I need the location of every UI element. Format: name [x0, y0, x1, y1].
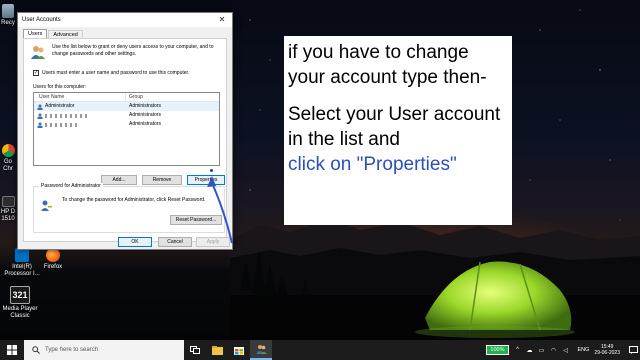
note-spacer	[288, 90, 512, 102]
recycle-bin-icon[interactable]: Recy	[0, 4, 16, 27]
cloud-icon[interactable]: ☁	[525, 340, 535, 360]
note-line-1: if you have to change	[288, 42, 469, 63]
desktop-icon-label: Firefox	[43, 264, 63, 270]
list-item[interactable]: Administrator Administrators	[34, 102, 219, 111]
remove-user-button[interactable]: Remove	[142, 175, 182, 185]
add-user-button[interactable]: Add...	[101, 175, 137, 185]
close-button[interactable]: ✕	[212, 13, 232, 27]
language-indicator[interactable]: ENG	[578, 347, 590, 353]
user-key-icon	[41, 200, 52, 211]
users-icon	[255, 345, 267, 354]
cursor-dot	[210, 169, 213, 172]
taskbar-store[interactable]	[228, 340, 250, 360]
start-button[interactable]	[0, 340, 24, 360]
desktop-icon-label: Media Player Classic	[2, 306, 38, 319]
users-tab-panel: Use the list below to grant or deny user…	[23, 38, 227, 242]
desktop-icon-label: Go Chr	[3, 159, 13, 172]
desktop-icon-label: Recy	[1, 20, 15, 26]
user-icon	[37, 113, 43, 119]
users-icon	[31, 46, 45, 59]
intel-processor-icon[interactable]: Intel(R) Processor I...	[2, 248, 42, 278]
chrome-icon[interactable]: Go Chr	[0, 144, 16, 173]
users-list-header: User Name Group	[34, 93, 219, 102]
intro-section: Use the list below to grant or deny user…	[30, 44, 226, 60]
column-header-group[interactable]: Group	[126, 93, 143, 101]
password-group-text: To change the password for Administrator…	[62, 197, 206, 203]
task-view-icon	[190, 346, 200, 354]
taskbar-file-explorer[interactable]	[206, 340, 228, 360]
battery-indicator[interactable]: 100%	[486, 345, 509, 355]
task-view-button[interactable]	[184, 340, 206, 360]
taskbar-search-box[interactable]: Type here to search	[24, 340, 184, 360]
user-icon	[37, 122, 43, 128]
apply-button[interactable]: Apply	[196, 237, 230, 247]
ok-button[interactable]: OK	[118, 237, 152, 247]
search-icon	[32, 346, 40, 354]
user-group: Administrators	[129, 121, 161, 127]
dialog-title: User Accounts	[22, 17, 61, 23]
cancel-button[interactable]: Cancel	[158, 237, 192, 247]
firefox-icon[interactable]: Firefox	[38, 248, 68, 271]
windows-logo-icon	[7, 345, 17, 355]
column-header-username[interactable]: User Name	[34, 93, 126, 101]
volume-icon[interactable]: ◁	[561, 340, 571, 360]
taskbar-user-accounts[interactable]	[250, 340, 272, 360]
user-icon	[37, 104, 43, 110]
media-player-classic-icon[interactable]: 321 Media Player Classic	[2, 286, 38, 320]
battery-icon[interactable]: ▭	[537, 340, 547, 360]
require-password-label: Users must enter a user name and passwor…	[42, 70, 190, 76]
notification-icon	[628, 346, 638, 354]
chevron-up-icon[interactable]: ^	[513, 340, 523, 360]
user-group: Administrators	[129, 112, 161, 118]
taskbar: Type here to search 100% ^ ☁ ▭ ◠ ◁ ENG 1…	[0, 340, 640, 360]
user-accounts-dialog: User Accounts ✕ Users Advanced Use the l…	[17, 12, 233, 250]
redacted-user-name	[45, 122, 79, 127]
folder-icon	[211, 345, 223, 355]
dialog-titlebar[interactable]: User Accounts ✕	[18, 13, 232, 27]
user-group: Administrators	[129, 103, 161, 109]
list-item-name-cell	[34, 120, 126, 129]
require-password-row: ✓ Users must enter a user name and passw…	[33, 70, 189, 76]
instruction-note: if you have to change your account type …	[284, 36, 512, 225]
system-tray: 100% ^ ☁ ▭ ◠ ◁ ENG 15:49 29-06-2023	[486, 340, 640, 360]
properties-button[interactable]: Properties	[187, 175, 225, 185]
note-line-5: click on "Properties"	[288, 154, 457, 175]
require-password-checkbox[interactable]: ✓	[33, 70, 39, 76]
users-list[interactable]: User Name Group Administrator Administra…	[33, 92, 220, 166]
reset-password-button[interactable]: Reset Password...	[170, 215, 222, 225]
password-groupbox: Password for Administrator To change the…	[33, 183, 225, 233]
note-line-3: Select your User account	[288, 104, 501, 125]
password-group-legend: Password for Administrator	[39, 183, 103, 189]
clock[interactable]: 15:49 29-06-2023	[594, 344, 620, 356]
redacted-user-name	[45, 113, 87, 118]
store-icon	[234, 347, 244, 355]
search-placeholder: Type here to search	[45, 347, 99, 353]
intro-text: Use the list below to grant or deny user…	[52, 44, 214, 57]
hp-printer-icon[interactable]: HP D 1510	[0, 196, 16, 223]
user-name: Administrator	[45, 103, 75, 109]
clock-date: 29-06-2023	[594, 350, 620, 356]
note-line-2: your account type then-	[288, 67, 487, 88]
notification-center-button[interactable]	[626, 340, 640, 360]
list-item[interactable]: Administrators	[34, 120, 219, 129]
users-list-label: Users for this computer:	[33, 84, 87, 90]
desktop-icon-label: HP D 1510	[0, 209, 16, 222]
list-item[interactable]: Administrators	[34, 111, 219, 120]
network-icon[interactable]: ◠	[549, 340, 559, 360]
note-line-4: in the list and	[288, 129, 400, 150]
desktop-icon-label: Intel(R) Processor I...	[4, 264, 40, 277]
list-item-name-cell	[34, 111, 126, 120]
list-item-name-cell: Administrator	[34, 102, 126, 111]
